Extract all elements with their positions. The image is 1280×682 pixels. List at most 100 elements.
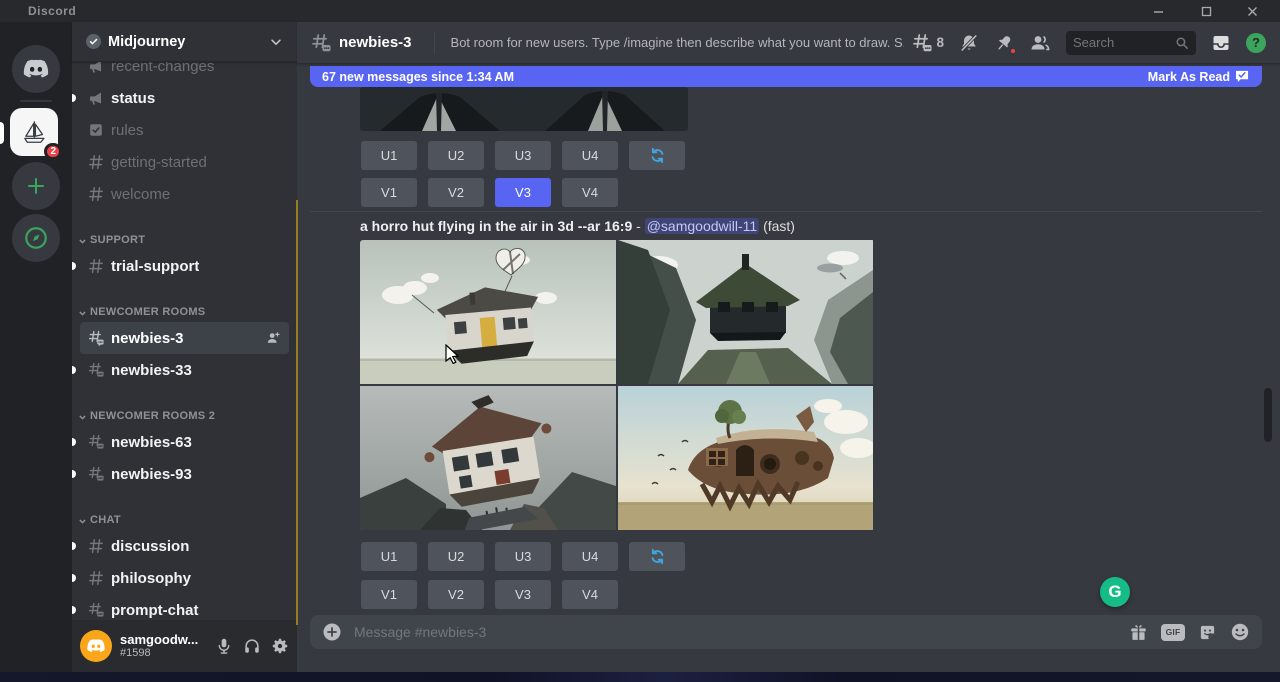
sticker-picker-button[interactable]	[1198, 623, 1217, 642]
sidebar-item-discussion[interactable]: discussion	[80, 530, 289, 562]
sidebar-item-status[interactable]: status	[80, 82, 289, 114]
server-header[interactable]: Midjourney	[72, 22, 297, 62]
server-icon-midjourney[interactable]: 2	[10, 108, 58, 156]
v4-button[interactable]: V4	[562, 580, 618, 609]
sidebar-item-prompt-chat[interactable]: prompt-chat	[80, 594, 289, 620]
home-button[interactable]	[12, 45, 60, 93]
discord-window: Discord	[0, 0, 1280, 682]
user-panel: samgoodw... #1598	[72, 620, 297, 672]
settings-button[interactable]	[271, 637, 289, 655]
discord-logo-icon	[22, 55, 50, 83]
refresh-icon	[649, 548, 666, 565]
sidebar-item-philosophy[interactable]: philosophy	[80, 562, 289, 594]
hash-bubble-icon	[88, 434, 104, 450]
message-input[interactable]	[354, 624, 1117, 640]
user-info[interactable]: samgoodw... #1598	[120, 633, 198, 659]
sidebar-item-newbies-3[interactable]: newbies-3	[80, 322, 289, 354]
pinned-messages-button[interactable]	[994, 33, 1014, 53]
create-invite-button[interactable]	[265, 330, 281, 346]
hash-icon	[88, 570, 104, 586]
sidebar-item-newbies-33[interactable]: newbies-33	[80, 354, 289, 386]
headphones-button[interactable]	[243, 637, 261, 655]
members-icon	[1029, 33, 1051, 53]
category-newcomer-rooms[interactable]: NEWCOMER ROOMS	[78, 296, 289, 320]
sticker-icon	[1198, 623, 1217, 642]
minimize-icon	[1153, 6, 1164, 17]
gift-button[interactable]	[1129, 623, 1148, 642]
channel-topic[interactable]: Bot room for new users. Type /imagine th…	[451, 35, 905, 50]
mark-as-read-button[interactable]: Mark As Read	[1148, 70, 1250, 84]
category-support[interactable]: SUPPORT	[78, 224, 289, 248]
v1-button[interactable]: V1	[361, 178, 417, 207]
unread-pill	[72, 606, 76, 614]
chevron-down-icon	[269, 35, 283, 49]
rail-separator	[20, 100, 52, 102]
sidebar-item-newbies-63[interactable]: newbies-63	[80, 426, 289, 458]
message-composer[interactable]: GIF	[310, 615, 1262, 649]
sidebar-item-getting-started[interactable]: getting-started	[80, 146, 289, 178]
v4-button[interactable]: V4	[562, 178, 618, 207]
chat-scrollbar[interactable]	[1264, 388, 1272, 442]
user-avatar[interactable]	[80, 630, 112, 662]
generated-image-2[interactable]	[618, 240, 873, 384]
channel-header: newbies-3 Bot room for new users. Type /…	[297, 22, 1280, 64]
sidebar-item-recent-changes[interactable]: recent-changes	[80, 62, 289, 82]
v3-button-selected[interactable]: V3	[495, 178, 551, 207]
gif-picker-button[interactable]: GIF	[1161, 624, 1185, 641]
v1-button[interactable]: V1	[361, 580, 417, 609]
generated-image-3[interactable]	[360, 386, 616, 530]
tilted-house-image	[360, 386, 616, 530]
generated-image-grid[interactable]	[360, 240, 875, 530]
u2-button[interactable]: U2	[428, 141, 484, 170]
u4-button[interactable]: U4	[562, 542, 618, 571]
emoji-picker-button[interactable]	[1230, 622, 1250, 642]
hash-icon	[88, 258, 104, 274]
window-minimize-button[interactable]	[1136, 0, 1180, 22]
v2-button[interactable]: V2	[428, 178, 484, 207]
new-messages-banner[interactable]: 67 new messages since 1:34 AM Mark As Re…	[310, 66, 1262, 87]
add-server-button[interactable]	[12, 162, 60, 210]
u1-button[interactable]: U1	[361, 141, 417, 170]
member-list-button[interactable]	[1029, 33, 1051, 53]
sidebar-item-rules[interactable]: rules	[80, 114, 289, 146]
megaphone-icon	[88, 90, 104, 106]
explore-servers-button[interactable]	[12, 214, 60, 262]
category-chat[interactable]: CHAT	[78, 504, 289, 528]
sidebar-item-newbies-93[interactable]: newbies-93	[80, 458, 289, 490]
notifications-muted-button[interactable]	[959, 33, 979, 53]
v2-button[interactable]: V2	[428, 580, 484, 609]
window-maximize-button[interactable]	[1184, 0, 1228, 22]
generated-image-1[interactable]	[360, 240, 616, 384]
inbox-button[interactable]	[1211, 33, 1231, 53]
help-button[interactable]: ?	[1246, 33, 1266, 53]
attach-file-button[interactable]	[322, 622, 342, 642]
search-bar[interactable]	[1066, 31, 1196, 55]
sidebar-item-welcome[interactable]: welcome	[80, 178, 289, 210]
grammarly-button[interactable]: G	[1100, 577, 1130, 607]
generated-image-upscale[interactable]	[360, 87, 688, 131]
v3-button[interactable]: V3	[495, 580, 551, 609]
sidebar-item-trial-support[interactable]: trial-support	[80, 250, 289, 282]
threads-button[interactable]: 8	[912, 33, 944, 53]
generated-image-4[interactable]	[618, 386, 873, 530]
taskbar-strip	[0, 672, 1280, 682]
search-input[interactable]	[1073, 35, 1171, 50]
reroll-button[interactable]	[629, 542, 685, 571]
microphone-button[interactable]	[215, 637, 233, 655]
user-mention[interactable]: @samgoodwill-11	[645, 218, 759, 234]
category-newcomer-rooms-2[interactable]: NEWCOMER ROOMS 2	[78, 400, 289, 424]
unread-pill	[72, 94, 76, 102]
u3-button[interactable]: U3	[495, 542, 551, 571]
hash-icon	[88, 186, 104, 202]
reroll-button[interactable]	[629, 141, 685, 170]
u2-button[interactable]: U2	[428, 542, 484, 571]
u1-button[interactable]: U1	[361, 542, 417, 571]
emoji-icon	[1230, 622, 1250, 642]
u4-button[interactable]: U4	[562, 141, 618, 170]
u3-button[interactable]: U3	[495, 141, 551, 170]
close-icon	[1247, 6, 1258, 17]
maximize-icon	[1201, 6, 1212, 17]
chevron-down-icon	[78, 517, 87, 526]
window-close-button[interactable]	[1230, 0, 1274, 22]
sailboat-icon	[17, 115, 51, 149]
